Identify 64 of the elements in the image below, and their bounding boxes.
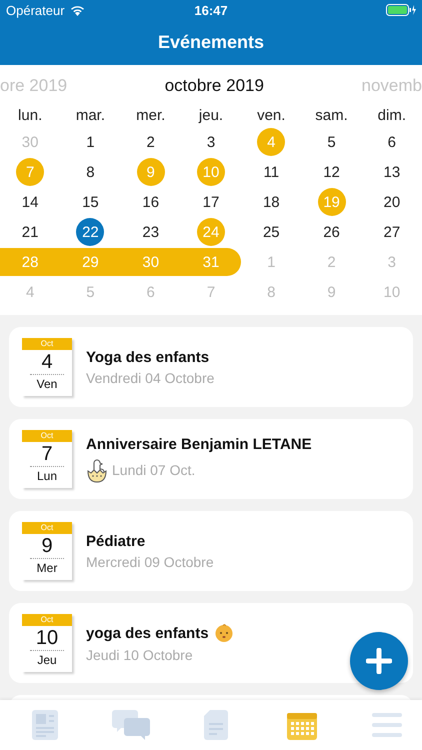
calendar-day[interactable]: 5 xyxy=(327,134,336,150)
plus-icon xyxy=(366,648,392,674)
wifi-icon xyxy=(70,4,85,16)
calendar-day[interactable]: 6 xyxy=(388,134,396,150)
battery-icon xyxy=(386,4,416,16)
carrier-name: Opérateur xyxy=(6,2,65,18)
calendar-day[interactable]: 3 xyxy=(206,134,216,150)
calendar-day[interactable]: 26 xyxy=(323,224,340,240)
event-title: yoga des enfants xyxy=(86,624,209,642)
calendar-day[interactable]: 25 xyxy=(262,224,280,240)
event-date: Jeudi 10 Octobre xyxy=(86,647,193,663)
calendar-day[interactable]: 13 xyxy=(384,164,400,180)
event-card[interactable]: Oct 10 Jeu yoga des enfants Jeudi 10 Octobre xyxy=(9,603,413,683)
calendar-day[interactable]: 15 xyxy=(82,194,99,210)
badge-month: Oct xyxy=(22,614,72,626)
event-card[interactable]: Oct 9 Mer Pédiatre Mercredi 09 Octobre xyxy=(9,511,413,591)
badge-day: 4 xyxy=(30,350,64,375)
calendar-day[interactable]: 21 xyxy=(22,224,38,240)
calendar-day[interactable]: 18 xyxy=(262,194,280,210)
weekday-label: dim. xyxy=(378,107,406,126)
badge-day: 7 xyxy=(30,442,64,467)
chat-bubbles-icon xyxy=(112,710,150,740)
clock-time: 16:47 xyxy=(194,2,228,18)
month-title: octobre 2019 xyxy=(164,76,264,96)
calendar-day[interactable]: 12 xyxy=(323,164,340,180)
badge-day: 10 xyxy=(30,626,64,651)
event-date: Mercredi 09 Octobre xyxy=(86,554,214,570)
event-title: Yoga des enfants xyxy=(86,348,210,366)
badge-month: Oct xyxy=(22,522,72,534)
badge-month: Oct xyxy=(22,338,72,350)
event-title: Anniversaire Benjamin LETANE xyxy=(86,436,312,452)
weekday-label: jeu. xyxy=(198,107,224,126)
document-icon xyxy=(204,710,228,740)
weekday-label: ven. xyxy=(257,107,286,126)
calendar-day[interactable]: 11 xyxy=(263,164,280,180)
calendar-day[interactable]: 27 xyxy=(384,224,400,240)
event-date: Vendredi 04 Octobre xyxy=(86,370,214,386)
calendar-icon xyxy=(286,710,316,740)
event-card[interactable]: Oct 7 Lun Anniversaire Benjamin LETANE Lundi 07 Oct. xyxy=(9,419,413,499)
weekday-label: lun. xyxy=(18,107,42,126)
newspaper-icon xyxy=(32,710,58,740)
calendar-day[interactable]: 17 xyxy=(202,194,220,210)
weekday-label: mar. xyxy=(76,107,106,126)
calendar-day[interactable]: 23 xyxy=(142,224,160,240)
calendar-day[interactable]: 1 xyxy=(86,134,95,150)
calendar-day[interactable]: 2 xyxy=(146,134,155,150)
calendar-day[interactable]: 8 xyxy=(86,164,95,180)
badge-weekday: Lun xyxy=(36,468,58,485)
event-title: Pédiatre xyxy=(86,532,146,550)
calendar-day[interactable]: 16 xyxy=(142,194,160,210)
calendar-day[interactable]: 14 xyxy=(22,194,38,210)
screen-title: Evénements xyxy=(158,32,264,53)
calendar-day[interactable]: 20 xyxy=(384,194,400,210)
badge-weekday: Mer xyxy=(36,560,58,577)
badge-weekday: Jeu xyxy=(37,652,57,669)
badge-month: Oct xyxy=(22,430,72,442)
menu-icon xyxy=(372,712,402,738)
calendar-day[interactable]: 22 xyxy=(76,218,104,246)
weekday-label: sam. xyxy=(315,107,348,126)
badge-weekday: Ven xyxy=(36,376,58,393)
weekday-label: mer. xyxy=(136,107,166,126)
event-date: Lundi 07 Oct. xyxy=(112,462,196,478)
event-card[interactable]: Oct 4 Ven Yoga des enfants Vendredi 04 Octobre xyxy=(9,327,413,407)
badge-day: 9 xyxy=(30,534,64,559)
